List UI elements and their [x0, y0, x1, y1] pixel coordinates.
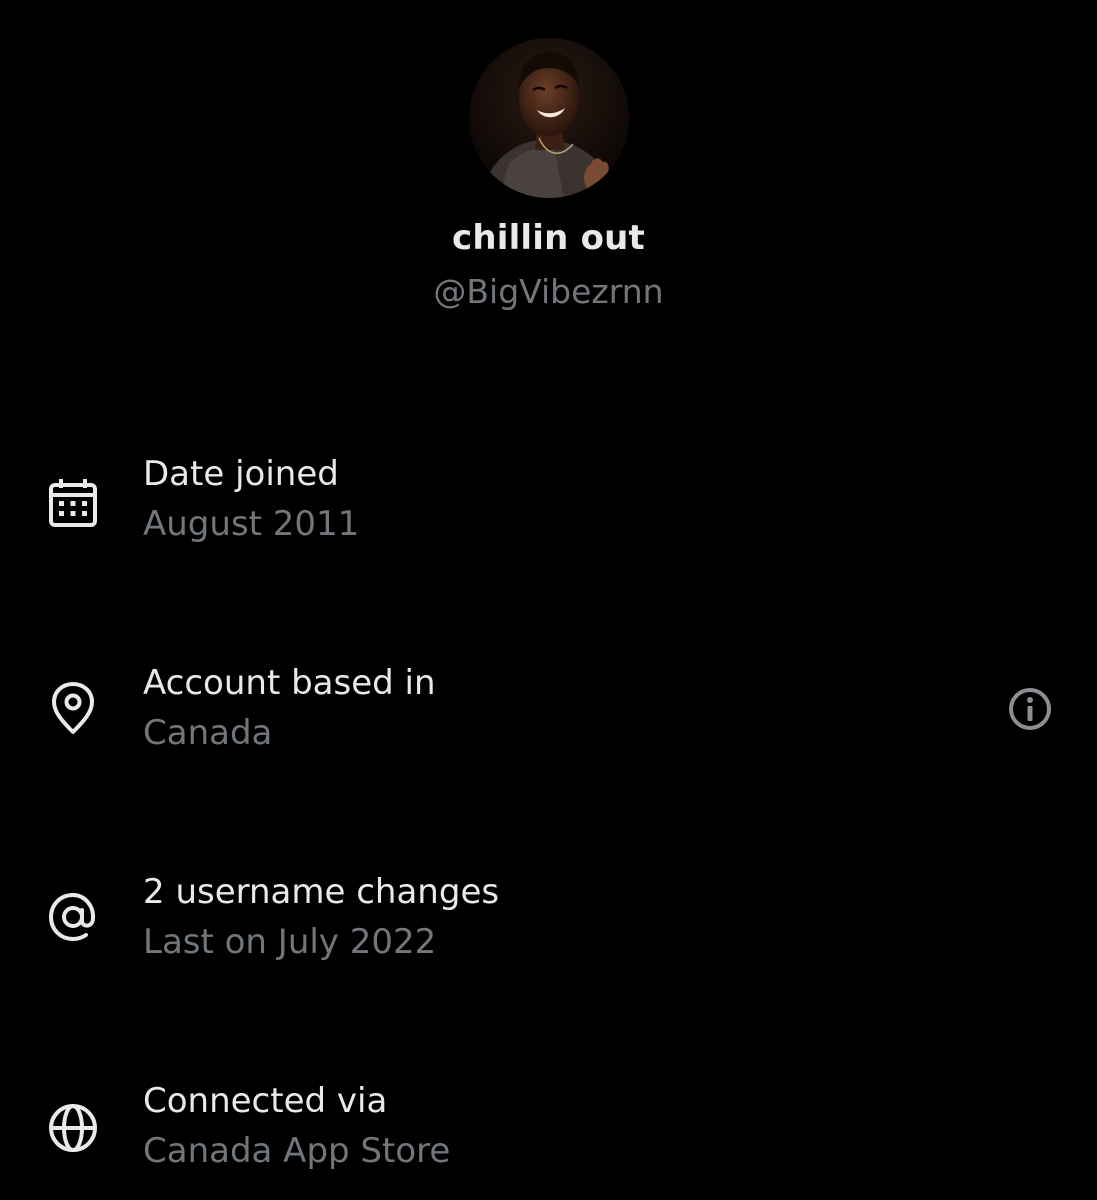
globe-icon — [44, 1099, 102, 1157]
at-sign-icon — [44, 888, 102, 946]
display-name: chillin out — [451, 218, 646, 258]
connected-via-value: Canada App Store — [143, 1131, 451, 1171]
location-pin-icon — [44, 679, 102, 737]
calendar-icon — [44, 474, 102, 532]
username-changes-value: Last on July 2022 — [143, 922, 437, 962]
profile-avatar[interactable] — [469, 38, 629, 198]
username-changes-row: 2 username changes Last on July 2022 — [0, 872, 1097, 982]
date-joined-row: Date joined August 2011 — [0, 454, 1097, 564]
connected-via-label: Connected via — [143, 1081, 388, 1121]
avatar-photo — [469, 38, 629, 198]
connected-via-row: Connected via Canada App Store — [0, 1081, 1097, 1191]
info-icon[interactable] — [1004, 683, 1056, 735]
account-based-in-row: Account based in Canada — [0, 663, 1097, 773]
username-changes-label: 2 username changes — [143, 872, 500, 912]
account-based-in-label: Account based in — [143, 663, 436, 703]
account-based-in-value: Canada — [143, 713, 273, 753]
date-joined-label: Date joined — [143, 454, 339, 494]
date-joined-value: August 2011 — [143, 504, 360, 544]
username-handle: @BigVibezrnn — [433, 272, 664, 311]
